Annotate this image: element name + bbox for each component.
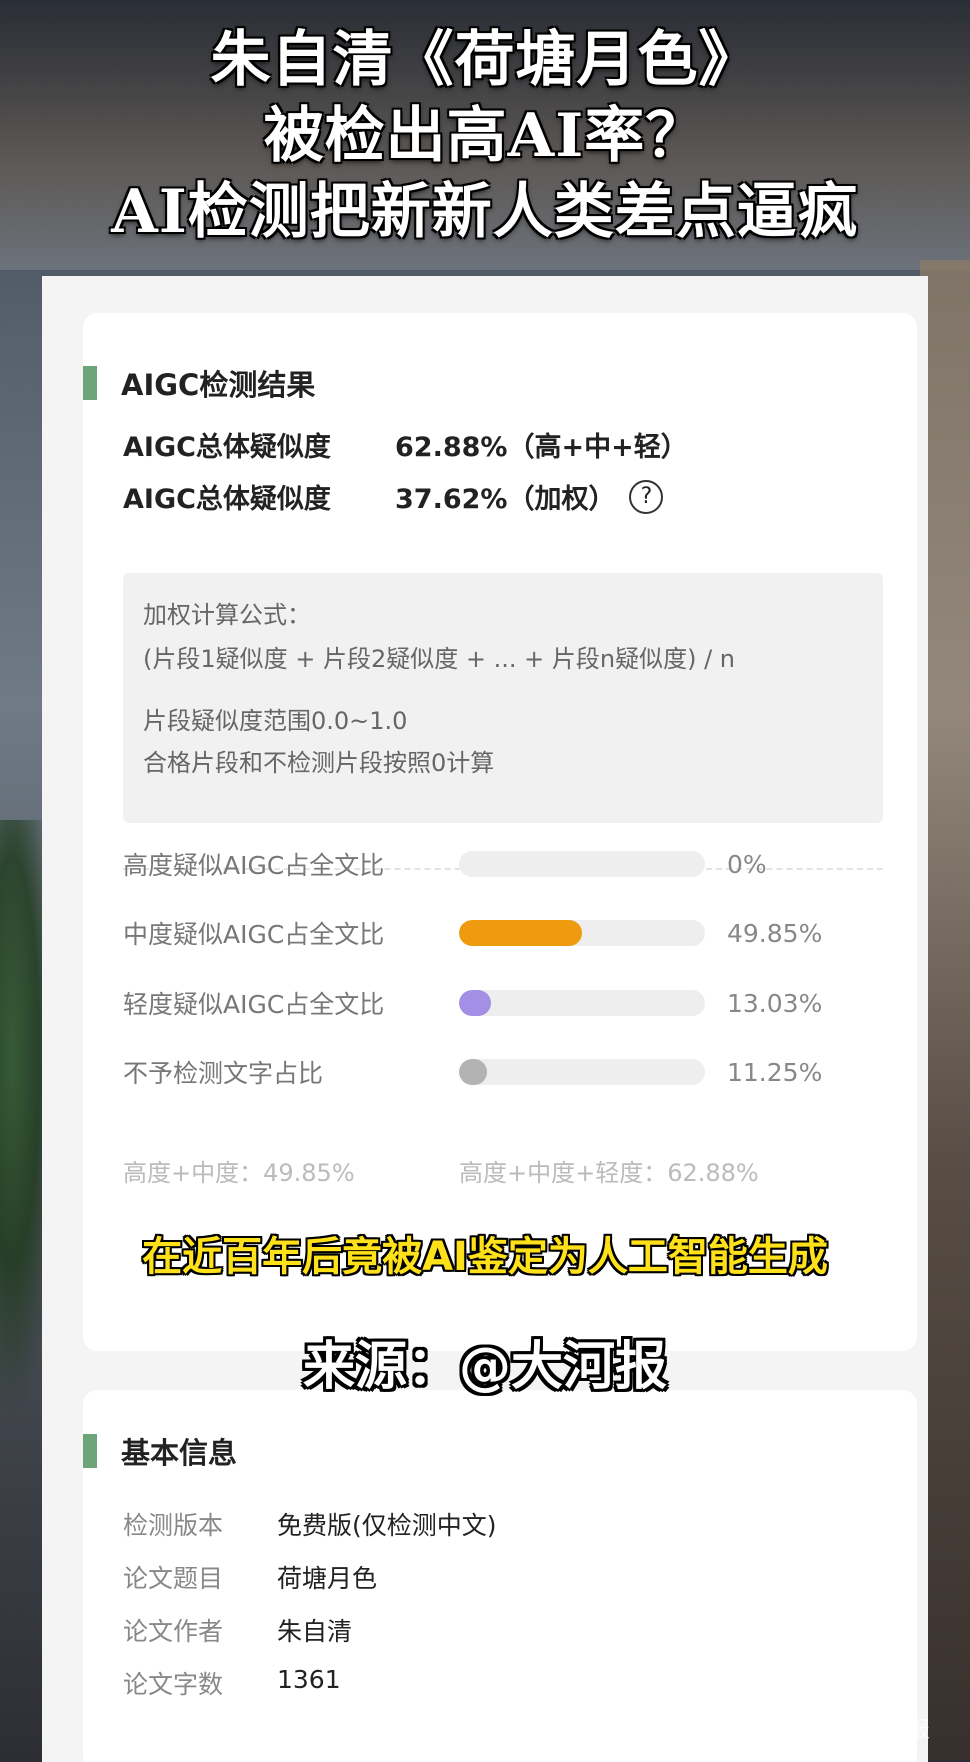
- formula-title: 加权计算公式：: [143, 601, 311, 629]
- formula-zero-note: 合格片段和不检测片段按照0计算: [143, 749, 495, 777]
- section-header-basic: 基本信息: [83, 1430, 237, 1472]
- bar-row-high: 高度疑似AIGC占全文比 0%: [123, 844, 883, 884]
- caption-yellow: 在近百年后竟被AI鉴定为人工智能生成: [142, 1234, 828, 1280]
- bar-row-light: 轻度疑似AIGC占全文比 13.03%: [123, 983, 883, 1023]
- info-key: 论文字数: [123, 1670, 224, 1699]
- section-accent-bar: [83, 366, 97, 400]
- info-row-wordcount: 论文字数 1361: [123, 1665, 341, 1701]
- video-headline: 朱自清《荷塘月色》 被检出高AI率？ AI检测把新新人类差点逼疯: [0, 22, 970, 250]
- summary-row-partial: 高度+中度：49.85% 高度+中度+轻度：62.88%: [123, 1153, 883, 1188]
- info-row-version: 检测版本 免费版(仅检测中文): [123, 1506, 497, 1542]
- bar-track: [459, 851, 705, 877]
- bar-label: 高度疑似AIGC占全文比: [123, 851, 385, 880]
- basic-info-card: 基本信息 检测版本 免费版(仅检测中文) 论文题目 荷塘月色 论文作者 朱自清 …: [83, 1390, 917, 1762]
- info-value: 1361: [277, 1665, 341, 1694]
- bar-fill: [459, 920, 582, 946]
- weibo-icon: [831, 1718, 858, 1738]
- bar-label: 轻度疑似AIGC占全文比: [123, 990, 385, 1019]
- section-title: 基本信息: [121, 1436, 238, 1470]
- bar-row-excluded: 不予检测文字占比 11.25%: [123, 1052, 883, 1092]
- section-header-result: AIGC检测结果: [83, 362, 315, 404]
- bar-row-medium: 中度疑似AIGC占全文比 49.85%: [123, 913, 883, 953]
- bar-value: 49.85%: [727, 918, 823, 948]
- weibo-watermark: 大河报: [831, 1712, 930, 1744]
- overall-similarity-weighted: AIGC总体疑似度 37.62%（加权） ?: [123, 477, 664, 516]
- formula-range-note: 片段疑似度范围0.0~1.0: [143, 707, 408, 735]
- bar-fill: [459, 1059, 487, 1085]
- headline-line-1: 朱自清《荷塘月色》: [210, 25, 760, 95]
- stat-value: 62.88%（高+中+轻）: [395, 432, 688, 463]
- info-value: 荷塘月色: [277, 1564, 378, 1593]
- stat-value: 37.62%（加权）: [395, 484, 616, 515]
- caption-source: 来源：@大河报: [302, 1337, 667, 1397]
- info-value: 免费版(仅检测中文): [277, 1511, 497, 1540]
- headline-line-2: 被检出高AI率？: [263, 101, 707, 171]
- bar-label: 不予检测文字占比: [123, 1059, 324, 1088]
- info-row-author: 论文作者 朱自清: [123, 1612, 352, 1648]
- bar-fill: [459, 990, 492, 1016]
- bar-track: [459, 1059, 705, 1085]
- bar-track: [459, 990, 705, 1016]
- summary-high-medium: 高度+中度：49.85%: [123, 1159, 355, 1187]
- info-key: 检测版本: [123, 1511, 224, 1540]
- info-value: 朱自清: [277, 1617, 353, 1646]
- info-key: 论文作者: [123, 1617, 224, 1646]
- section-title: AIGC检测结果: [121, 368, 316, 402]
- bar-value: 0%: [727, 849, 767, 879]
- formula-expression: (片段1疑似度 + 片段2疑似度 + ... + 片段n疑似度) / n: [143, 645, 736, 673]
- info-key: 论文题目: [123, 1564, 224, 1593]
- info-row-title: 论文题目 荷塘月色: [123, 1559, 377, 1595]
- bar-label: 中度疑似AIGC占全文比: [123, 920, 385, 949]
- summary-all: 高度+中度+轻度：62.88%: [459, 1159, 759, 1187]
- overall-similarity-total: AIGC总体疑似度 62.88%（高+中+轻）: [123, 425, 688, 464]
- bar-value: 11.25%: [727, 1057, 823, 1087]
- section-accent-bar: [83, 1434, 97, 1468]
- bar-track: [459, 920, 705, 946]
- aigc-result-card: AIGC检测结果 AIGC总体疑似度 62.88%（高+中+轻） AIGC总体疑…: [83, 313, 917, 1351]
- formula-box: 加权计算公式： (片段1疑似度 + 片段2疑似度 + ... + 片段n疑似度)…: [123, 573, 883, 823]
- report-sheet: AIGC检测结果 AIGC总体疑似度 62.88%（高+中+轻） AIGC总体疑…: [42, 276, 928, 1762]
- stat-label: AIGC总体疑似度: [123, 432, 331, 463]
- help-icon[interactable]: ?: [629, 479, 664, 514]
- stat-label: AIGC总体疑似度: [123, 484, 331, 515]
- bar-value: 13.03%: [727, 988, 823, 1018]
- headline-line-3: AI检测把新新人类差点逼疯: [111, 177, 859, 247]
- watermark-text: 大河报: [863, 1718, 930, 1743]
